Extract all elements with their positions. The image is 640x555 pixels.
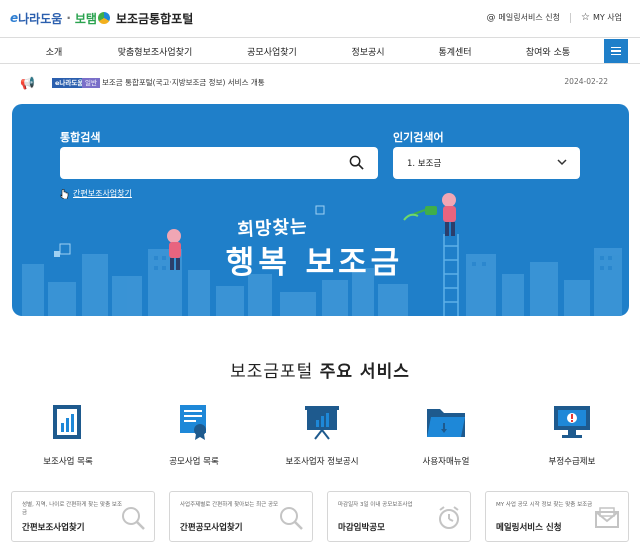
nav-item-intro[interactable]: 소개 — [46, 45, 63, 58]
presentation-board-icon — [305, 406, 339, 440]
card-title: 마감임박공모 — [338, 523, 385, 533]
services-title-prefix: 보조금포털 — [230, 362, 320, 382]
service-label: 보조사업자 정보공시 — [285, 457, 359, 467]
popular-keyword-value: 1. 보조금 — [407, 159, 442, 169]
services-section-title: 보조금포털 주요 서비스 — [0, 357, 640, 382]
divider — [569, 12, 571, 23]
card-deadline-contest[interactable]: 마감일자 3일 이내 공모보조사업 마감임박공모 — [327, 491, 471, 542]
nav-item-contest-search[interactable]: 공모사업찾기 — [247, 45, 297, 58]
search-label: 통합검색 — [60, 131, 101, 144]
certificate-icon — [180, 405, 206, 440]
card-description: 사업주제별로 간편하게 찾아보는 최근 공모 — [180, 502, 279, 508]
nav-item-statistics[interactable]: 통계센터 — [438, 45, 471, 58]
mailing-service-link[interactable]: @ 메일링서비스 신청 — [487, 12, 560, 23]
bar-chart-document-icon — [53, 405, 81, 439]
popular-keywords-label: 인기검색어 — [393, 131, 444, 144]
card-easy-subsidy-search[interactable]: 성별, 지역, 나이로 간편하게 찾는 맞춤 보조금 간편보조사업찾기 — [11, 491, 155, 542]
nav-item-disclosure[interactable]: 정보공시 — [351, 45, 384, 58]
service-contest-list[interactable]: 공모사업 목록 — [134, 403, 254, 467]
monitor-alert-icon — [554, 406, 590, 438]
alarm-clock-icon — [439, 506, 459, 529]
site-logo[interactable]: e 나라도움 · 보탬 보조금통합포털 — [10, 8, 193, 28]
logo-portal-name: 보조금통합포털 — [115, 11, 194, 26]
card-description: 성별, 지역, 나이로 간편하게 찾는 맞춤 보조금 — [22, 502, 123, 516]
nav-item-participation[interactable]: 참여와 소통 — [526, 45, 570, 58]
main-navigation: 소개 맞춤형보조사업찾기 공모사업찾기 정보공시 통계센터 참여와 소통 — [0, 37, 640, 64]
card-description: 마감일자 3일 이내 공모보조사업 — [338, 502, 413, 508]
service-label: 보조사업 목록 — [43, 457, 93, 467]
folder-icon — [427, 409, 465, 437]
my-business-label: MY 사업 — [592, 13, 622, 22]
at-icon: @ — [486, 12, 496, 23]
banner-headline-big: 행복 보조금 — [225, 245, 404, 281]
botam-logo-mark-icon — [97, 12, 110, 24]
notice-type-badge: 일반 — [82, 78, 100, 88]
magnifier-icon — [122, 507, 145, 530]
services-title-main: 주요 서비스 — [319, 362, 410, 382]
notice-text[interactable]: 보조금 통합포털(국고·지방보조금 정보) 서비스 개통 — [102, 77, 265, 88]
hero-banner: 통합검색 인기검색어 1. 보조금 간편보조사업찾기 희망찾는 행복 보조금 — [12, 104, 629, 316]
card-description: MY 사업 공모 시작 정보 찾는 맞춤 보조금 — [496, 502, 593, 508]
easy-search-link[interactable]: 간편보조사업찾기 — [60, 188, 132, 199]
logo-nara: 나라도움 — [18, 11, 63, 26]
service-label: 부정수급제보 — [548, 457, 596, 467]
card-title: 간편공모사업찾기 — [180, 523, 243, 533]
search-box — [60, 147, 378, 179]
service-subsidy-list[interactable]: 보조사업 목록 — [8, 403, 128, 467]
popular-keywords-select[interactable]: 1. 보조금 — [393, 147, 580, 179]
magnifier-icon — [280, 507, 303, 530]
service-user-manual[interactable]: 사용자매뉴얼 — [386, 403, 506, 467]
site-header: e 나라도움 · 보탬 보조금통합포털 @ 메일링서비스 신청 ☆ MY 사업 — [0, 0, 640, 36]
card-title: 메일링서비스 신청 — [496, 523, 562, 533]
card-easy-contest-search[interactable]: 사업주제별로 간편하게 찾아보는 최근 공모 간편공모사업찾기 — [169, 491, 313, 542]
card-mailing-service[interactable]: MY 사업 공모 시작 정보 찾는 맞춤 보조금 메일링서비스 신청 — [485, 491, 629, 542]
service-label: 사용자매뉴얼 — [422, 457, 470, 467]
logo-dot: · — [66, 11, 71, 25]
my-business-link[interactable]: ☆ MY 사업 — [581, 12, 622, 23]
megaphone-icon: 📢 — [20, 76, 35, 90]
top-utility-links: @ 메일링서비스 신청 ☆ MY 사업 — [487, 12, 622, 23]
logo-botam: 보탬 — [74, 11, 97, 26]
star-icon: ☆ — [580, 12, 590, 23]
easy-search-label: 간편보조사업찾기 — [73, 189, 132, 198]
service-business-disclosure[interactable]: 보조사업자 정보공시 — [262, 403, 382, 467]
search-icon[interactable] — [349, 155, 364, 170]
notice-bar: 📢 e나라도움 일반 보조금 통합포털(국고·지방보조금 정보) 서비스 개통 … — [0, 73, 640, 95]
service-fraud-report[interactable]: 부정수급제보 — [512, 403, 632, 467]
pointer-hand-icon — [60, 188, 69, 199]
mailing-service-label: 메일링서비스 신청 — [498, 13, 560, 22]
card-title: 간편보조사업찾기 — [22, 523, 85, 533]
chevron-down-icon — [557, 159, 567, 166]
service-label: 공모사업 목록 — [169, 457, 219, 467]
nav-item-custom-search[interactable]: 맞춤형보조사업찾기 — [118, 45, 193, 58]
notice-date: 2024-02-22 — [564, 77, 608, 86]
logo-e: e — [10, 11, 19, 25]
envelope-icon — [595, 507, 619, 528]
search-input[interactable] — [70, 153, 340, 173]
hamburger-menu-icon[interactable] — [604, 39, 628, 63]
